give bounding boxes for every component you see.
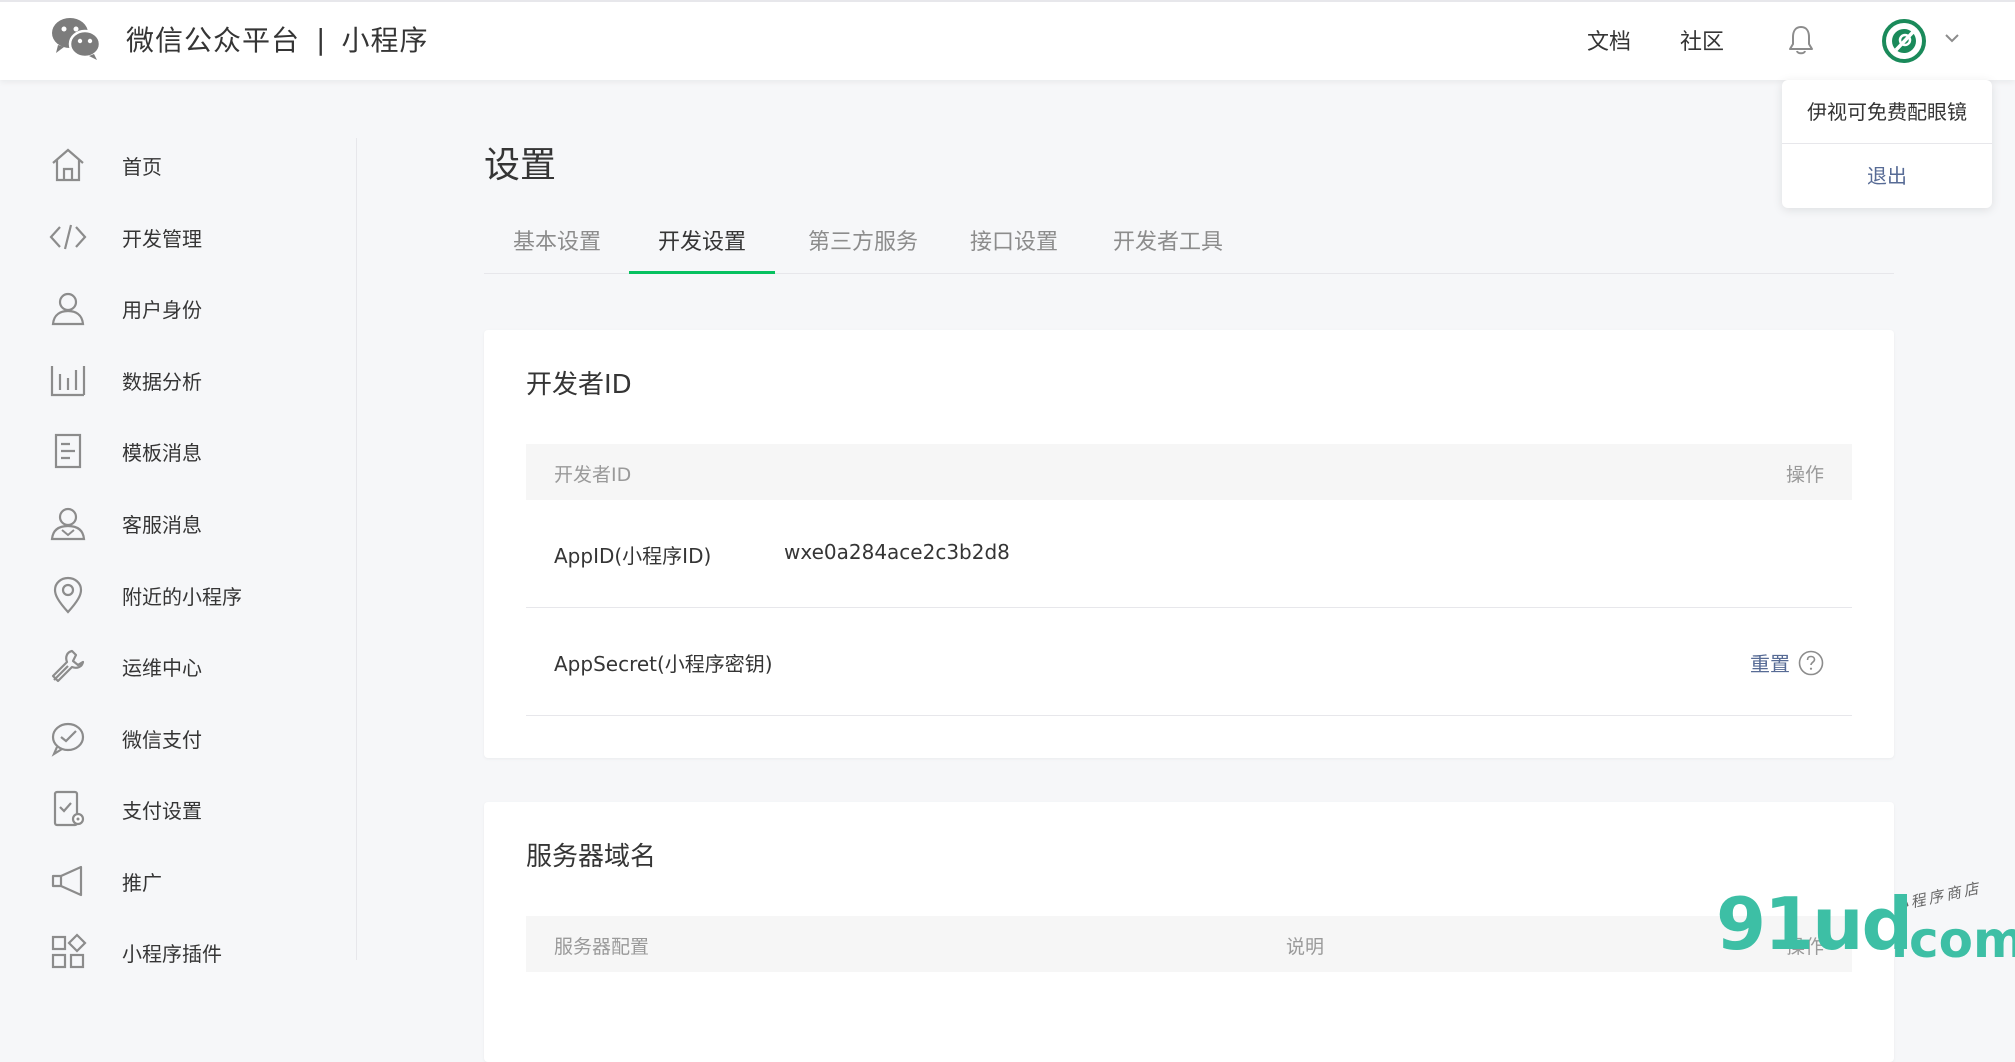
table-row: AppID(小程序ID) wxe0a284ace2c3b2d8 bbox=[526, 500, 1852, 608]
code-icon bbox=[49, 224, 87, 250]
tab-developer-tools[interactable]: 开发者工具 bbox=[1106, 222, 1230, 274]
logout-link[interactable]: 退出 bbox=[1782, 144, 1992, 208]
appsecret-label: AppSecret(小程序密钥) bbox=[554, 652, 773, 676]
megaphone-icon bbox=[51, 865, 83, 897]
top-bar: 微信公众平台 | 小程序 文档 社区 bbox=[0, 0, 2015, 80]
sidebar-item-label: 运维中心 bbox=[122, 655, 202, 680]
tab-basic-settings[interactable]: 基本设置 bbox=[484, 222, 630, 274]
appid-label: AppID(小程序ID) bbox=[554, 544, 712, 568]
sidebar-item-label: 用户身份 bbox=[122, 297, 202, 322]
table-header: 开发者ID 操作 bbox=[526, 444, 1852, 500]
card-title: 服务器域名 bbox=[526, 842, 657, 872]
sidebar-item-label: 微信支付 bbox=[122, 727, 202, 752]
watermark-suffix: .com bbox=[1890, 911, 2015, 969]
tab-api-settings[interactable]: 接口设置 bbox=[952, 222, 1076, 274]
table-header: 服务器配置 说明 操作 bbox=[526, 916, 1852, 972]
plugin-icon bbox=[51, 933, 87, 969]
server-domain-card: 服务器域名 服务器配置 说明 操作 bbox=[484, 802, 1894, 1062]
card-title: 开发者ID bbox=[526, 370, 632, 400]
watermark-text: 91ud bbox=[1716, 882, 1913, 966]
customer-service-icon bbox=[50, 507, 86, 541]
appid-value[interactable]: wxe0a284ace2c3b2d8 bbox=[784, 540, 1010, 564]
wechat-pay-icon bbox=[51, 722, 85, 757]
tab-dev-settings[interactable]: 开发设置 bbox=[629, 222, 775, 274]
sidebar: 首页 开发管理 用户身份 数据分析 模板消息 客服消息 附近的小程序 运维中心 … bbox=[0, 80, 356, 969]
sidebar-item-label: 模板消息 bbox=[122, 440, 202, 465]
sidebar-item-label: 首页 bbox=[122, 154, 162, 179]
help-icon[interactable] bbox=[1798, 650, 1824, 676]
sidebar-item-plugins[interactable]: 小程序插件 bbox=[48, 927, 348, 977]
developer-id-card: 开发者ID 开发者ID 操作 AppID(小程序ID) wxe0a284ace2… bbox=[484, 330, 1894, 758]
sidebar-item-label: 支付设置 bbox=[122, 798, 202, 823]
sidebar-item-payment-settings[interactable]: 支付设置 bbox=[48, 784, 348, 834]
sidebar-item-label: 开发管理 bbox=[122, 226, 202, 251]
sidebar-item-user-identity[interactable]: 用户身份 bbox=[48, 283, 348, 333]
sidebar-item-wechat-pay[interactable]: 微信支付 bbox=[48, 713, 348, 763]
document-icon bbox=[54, 433, 82, 469]
sidebar-item-dev-management[interactable]: 开发管理 bbox=[48, 212, 348, 262]
sidebar-item-label: 数据分析 bbox=[122, 369, 202, 394]
sidebar-item-home[interactable]: 首页 bbox=[48, 140, 348, 190]
brand-product: 小程序 bbox=[341, 24, 429, 57]
sidebar-item-customer-service[interactable]: 客服消息 bbox=[48, 498, 348, 548]
home-icon bbox=[52, 148, 84, 182]
sidebar-item-promotion[interactable]: 推广 bbox=[48, 856, 348, 906]
user-icon bbox=[51, 292, 85, 326]
tab-third-party-services[interactable]: 第三方服务 bbox=[790, 222, 936, 274]
column-header-action: 操作 bbox=[1785, 464, 1824, 486]
sidebar-item-label: 小程序插件 bbox=[122, 941, 222, 966]
settings-tabs: 基本设置 开发设置 第三方服务 接口设置 开发者工具 bbox=[484, 222, 1894, 274]
column-header-description: 说明 bbox=[1286, 936, 1325, 958]
site-watermark: 小程序商店 91ud .com bbox=[1716, 879, 2015, 966]
bell-icon[interactable] bbox=[1786, 24, 1816, 56]
dropdown-arrow bbox=[1948, 68, 1972, 80]
wrench-icon bbox=[51, 649, 85, 683]
column-header-id: 开发者ID bbox=[554, 464, 632, 486]
nav-docs-link[interactable]: 文档 bbox=[1587, 24, 1631, 56]
table-row: AppSecret(小程序密钥) 重置 bbox=[526, 608, 1852, 716]
page-title: 设置 bbox=[484, 145, 557, 186]
column-header-config: 服务器配置 bbox=[554, 936, 650, 958]
avatar[interactable] bbox=[1882, 19, 1926, 63]
brand[interactable]: 微信公众平台 | 小程序 bbox=[50, 14, 428, 64]
sidebar-item-template-messages[interactable]: 模板消息 bbox=[48, 426, 348, 476]
reset-button[interactable]: 重置 bbox=[1750, 648, 1790, 677]
sidebar-item-label: 推广 bbox=[122, 870, 162, 895]
account-dropdown: 伊视可免费配眼镜 退出 bbox=[1782, 80, 1992, 208]
wechat-logo-icon bbox=[52, 18, 102, 60]
sidebar-item-ops-center[interactable]: 运维中心 bbox=[48, 641, 348, 691]
sidebar-divider bbox=[356, 138, 357, 960]
row-actions: 重置 bbox=[1750, 648, 1824, 677]
sidebar-item-label: 附近的小程序 bbox=[122, 584, 242, 609]
nav-community-link[interactable]: 社区 bbox=[1680, 24, 1724, 56]
sidebar-item-nearby-miniprograms[interactable]: 附近的小程序 bbox=[48, 570, 348, 620]
location-icon bbox=[53, 576, 83, 614]
brand-name: 微信公众平台 bbox=[126, 24, 301, 57]
sidebar-item-data-analysis[interactable]: 数据分析 bbox=[48, 355, 348, 405]
account-name[interactable]: 伊视可免费配眼镜 bbox=[1782, 80, 1992, 144]
payment-settings-icon bbox=[53, 790, 85, 827]
sidebar-item-label: 客服消息 bbox=[122, 512, 202, 537]
chart-icon bbox=[50, 366, 86, 397]
chevron-down-icon[interactable] bbox=[1944, 32, 1960, 44]
brand-separator: | bbox=[316, 22, 326, 56]
